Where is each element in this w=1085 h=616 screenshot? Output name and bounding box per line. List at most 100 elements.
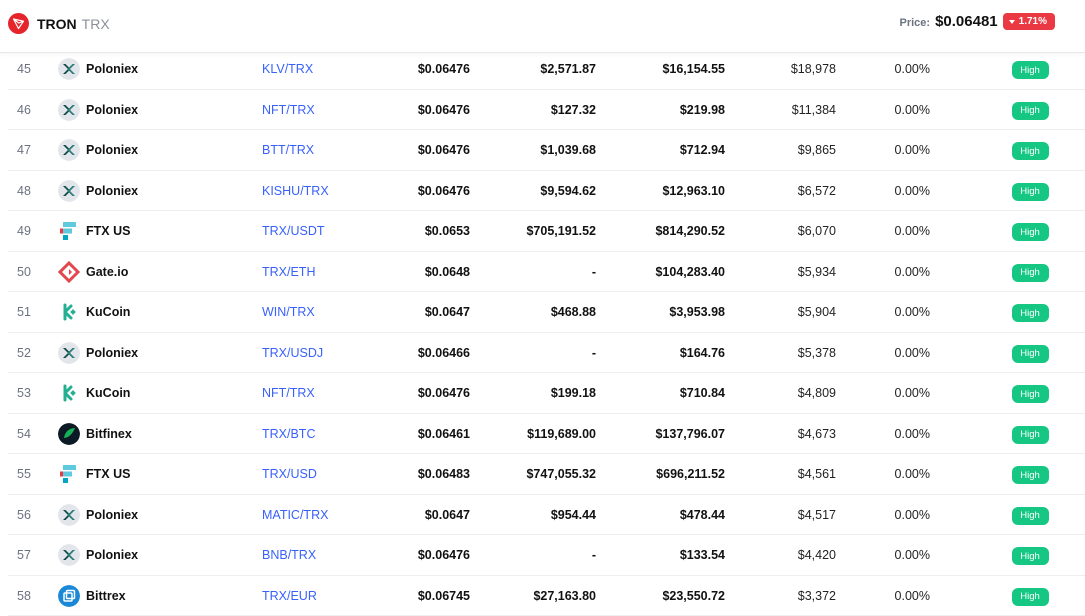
depth-minus-cell: $712.94 (618, 130, 725, 170)
table-row[interactable]: 57PoloniexBNB/TRX$0.06476-$133.54$4,4200… (8, 535, 1085, 576)
price-cell: $0.06476 (368, 90, 470, 130)
table-row[interactable]: 51KuCoinWIN/TRX$0.0647$468.88$3,953.98$5… (8, 292, 1085, 333)
depth-minus-cell: $710.84 (618, 373, 725, 413)
volume-cell: $5,904 (738, 292, 836, 332)
depth-plus-cell: $747,055.32 (488, 454, 596, 494)
exchange-name[interactable]: KuCoin (86, 386, 130, 400)
exchange-cell[interactable]: Poloniex (58, 90, 258, 130)
ftx-us-icon (58, 220, 80, 242)
confidence-cell: High (1011, 211, 1049, 251)
rank-cell: 54 (8, 414, 40, 454)
caret-down-icon (1009, 20, 1015, 24)
exchange-name[interactable]: Poloniex (86, 143, 138, 157)
poloniex-icon (58, 58, 80, 80)
table-row[interactable]: 46PoloniexNFT/TRX$0.06476$127.32$219.98$… (8, 90, 1085, 131)
rank-cell: 52 (8, 333, 40, 373)
table-row[interactable]: 47PoloniexBTT/TRX$0.06476$1,039.68$712.9… (8, 130, 1085, 171)
volume-percent-cell: 0.00% (868, 292, 930, 332)
depth-plus-cell: $119,689.00 (488, 414, 596, 454)
exchange-cell[interactable]: FTX US (58, 454, 258, 494)
confidence-badge: High (1012, 345, 1049, 363)
volume-cell: $4,420 (738, 535, 836, 575)
price-cell: $0.06476 (368, 130, 470, 170)
price-cell: $0.06476 (368, 49, 470, 89)
rank-cell: 46 (8, 90, 40, 130)
table-row[interactable]: 52PoloniexTRX/USDJ$0.06466-$164.76$5,378… (8, 333, 1085, 374)
table-row[interactable]: 48PoloniexKISHU/TRX$0.06476$9,594.62$12,… (8, 171, 1085, 212)
confidence-cell: High (1011, 130, 1049, 170)
table-row[interactable]: 55FTX USTRX/USD$0.06483$747,055.32$696,2… (8, 454, 1085, 495)
table-row[interactable]: 50Gate.ioTRX/ETH$0.0648-$104,283.40$5,93… (8, 252, 1085, 293)
exchange-cell[interactable]: Poloniex (58, 535, 258, 575)
table-row[interactable]: 49FTX USTRX/USDT$0.0653$705,191.52$814,2… (8, 211, 1085, 252)
exchange-name[interactable]: Poloniex (86, 103, 138, 117)
markets-table: 45PoloniexKLV/TRX$0.06476$2,571.87$16,15… (8, 49, 1085, 616)
price-cell: $0.06483 (368, 454, 470, 494)
exchange-cell[interactable]: Poloniex (58, 333, 258, 373)
confidence-cell: High (1011, 333, 1049, 373)
confidence-badge: High (1012, 426, 1049, 444)
ftx-us-icon (58, 463, 80, 485)
volume-cell: $4,561 (738, 454, 836, 494)
volume-percent-cell: 0.00% (868, 171, 930, 211)
confidence-cell: High (1011, 90, 1049, 130)
exchange-name[interactable]: Poloniex (86, 346, 138, 360)
price-value: $0.06481 (935, 13, 998, 30)
exchange-name[interactable]: Bitfinex (86, 427, 132, 441)
exchange-name[interactable]: KuCoin (86, 305, 130, 319)
rank-cell: 53 (8, 373, 40, 413)
price-cell: $0.0648 (368, 252, 470, 292)
confidence-badge: High (1012, 507, 1049, 525)
exchange-cell[interactable]: Poloniex (58, 171, 258, 211)
table-row[interactable]: 56PoloniexMATIC/TRX$0.0647$954.44$478.44… (8, 495, 1085, 536)
exchange-name[interactable]: Bittrex (86, 589, 126, 603)
exchange-name[interactable]: FTX US (86, 224, 130, 238)
gate-io-icon (58, 261, 80, 283)
exchange-name[interactable]: Poloniex (86, 508, 138, 522)
exchange-cell[interactable]: KuCoin (58, 373, 258, 413)
confidence-cell: High (1011, 49, 1049, 89)
exchange-cell[interactable]: Poloniex (58, 495, 258, 535)
exchange-name[interactable]: Poloniex (86, 62, 138, 76)
depth-minus-cell: $814,290.52 (618, 211, 725, 251)
exchange-cell[interactable]: FTX US (58, 211, 258, 251)
volume-percent-cell: 0.00% (868, 454, 930, 494)
poloniex-icon (58, 180, 80, 202)
table-row[interactable]: 53KuCoinNFT/TRX$0.06476$199.18$710.84$4,… (8, 373, 1085, 414)
exchange-name[interactable]: Gate.io (86, 265, 128, 279)
price-change-value: 1.71% (1019, 16, 1047, 27)
volume-percent-cell: 0.00% (868, 535, 930, 575)
rank-cell: 57 (8, 535, 40, 575)
coin-name: TRON (37, 16, 77, 32)
exchange-cell[interactable]: KuCoin (58, 292, 258, 332)
depth-plus-cell: $199.18 (488, 373, 596, 413)
rank-cell: 51 (8, 292, 40, 332)
confidence-badge: High (1012, 223, 1049, 241)
confidence-badge: High (1012, 264, 1049, 282)
confidence-cell: High (1011, 414, 1049, 454)
depth-minus-cell: $696,211.52 (618, 454, 725, 494)
depth-plus-cell: $468.88 (488, 292, 596, 332)
confidence-cell: High (1011, 171, 1049, 211)
exchange-cell[interactable]: Bitfinex (58, 414, 258, 454)
rank-cell: 45 (8, 49, 40, 89)
confidence-badge: High (1012, 183, 1049, 201)
exchange-name[interactable]: Poloniex (86, 548, 138, 562)
table-row[interactable]: 45PoloniexKLV/TRX$0.06476$2,571.87$16,15… (8, 49, 1085, 90)
confidence-badge: High (1012, 547, 1049, 565)
exchange-cell[interactable]: Poloniex (58, 130, 258, 170)
exchange-cell[interactable]: Gate.io (58, 252, 258, 292)
exchange-cell[interactable]: Poloniex (58, 49, 258, 89)
depth-minus-cell: $12,963.10 (618, 171, 725, 211)
rank-cell: 48 (8, 171, 40, 211)
rank-cell: 55 (8, 454, 40, 494)
exchange-name[interactable]: Poloniex (86, 184, 138, 198)
volume-cell: $11,384 (738, 90, 836, 130)
volume-percent-cell: 0.00% (868, 49, 930, 89)
depth-plus-cell: $954.44 (488, 495, 596, 535)
confidence-cell: High (1011, 373, 1049, 413)
coin-brand[interactable]: TRON TRX (8, 13, 110, 34)
exchange-name[interactable]: FTX US (86, 467, 130, 481)
table-row[interactable]: 54BitfinexTRX/BTC$0.06461$119,689.00$137… (8, 414, 1085, 455)
price-cell: $0.0647 (368, 495, 470, 535)
